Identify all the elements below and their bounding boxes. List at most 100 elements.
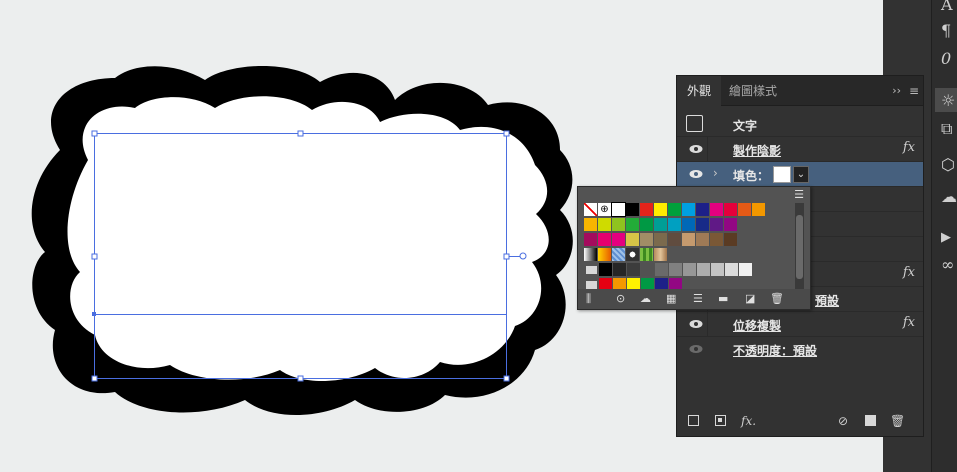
- color-swatch[interactable]: [612, 233, 625, 246]
- appearance-row-offset-copy[interactable]: 位移複製 fx: [677, 312, 923, 337]
- actions-play-icon[interactable]: ▶: [941, 229, 957, 247]
- color-swatch[interactable]: [711, 263, 724, 276]
- row-label[interactable]: 填色：: [733, 167, 769, 184]
- cloud-icon[interactable]: ☁: [640, 292, 651, 305]
- color-swatch[interactable]: [640, 233, 653, 246]
- panel-menu-icon[interactable]: ≡: [909, 76, 919, 106]
- color-swatch[interactable]: [626, 233, 639, 246]
- row-label[interactable]: 不透明度：預設: [733, 342, 817, 359]
- paragraph-panel-icon[interactable]: ¶: [941, 22, 957, 40]
- clear-appearance-icon[interactable]: ⊘: [838, 414, 848, 428]
- color-swatch[interactable]: [668, 203, 681, 216]
- color-swatch[interactable]: [611, 202, 626, 217]
- color-swatch[interactable]: [724, 218, 737, 231]
- delete-item-icon[interactable]: 🗑: [890, 414, 905, 428]
- color-swatch[interactable]: [739, 263, 752, 276]
- scrollbar-thumb[interactable]: [796, 215, 803, 279]
- add-stroke-icon[interactable]: [688, 415, 699, 426]
- color-swatch[interactable]: [598, 218, 611, 231]
- color-swatch[interactable]: [696, 233, 709, 246]
- effect-fx-icon[interactable]: fx: [903, 315, 915, 330]
- none-swatch[interactable]: [584, 203, 597, 216]
- color-swatch[interactable]: [654, 218, 667, 231]
- color-swatch[interactable]: [697, 263, 710, 276]
- color-swatch[interactable]: [584, 218, 597, 231]
- swatch-group-folder-icon[interactable]: [586, 266, 597, 274]
- color-swatch[interactable]: [696, 218, 709, 231]
- tab-graphic-styles[interactable]: 繪圖樣式: [719, 76, 787, 106]
- row-label[interactable]: 預設: [815, 292, 839, 309]
- color-swatch[interactable]: [654, 248, 667, 261]
- appearance-row-opacity[interactable]: 不透明度：預設: [677, 337, 923, 362]
- color-swatch[interactable]: [710, 233, 723, 246]
- row-label[interactable]: 位移複製: [733, 317, 781, 334]
- add-effect-fx-icon[interactable]: fx.: [741, 414, 756, 428]
- color-swatch[interactable]: [725, 263, 738, 276]
- opentype-panel-icon[interactable]: 0: [941, 50, 957, 68]
- new-swatch-icon[interactable]: ◪: [745, 292, 755, 305]
- effect-fx-icon[interactable]: fx: [903, 140, 915, 155]
- add-fill-icon[interactable]: [715, 415, 726, 426]
- swatch-group-folder-icon[interactable]: [586, 281, 597, 289]
- registration-swatch[interactable]: ⊕: [598, 203, 611, 216]
- links-panel-icon[interactable]: ∞: [941, 256, 957, 274]
- visibility-eye-icon[interactable]: [689, 344, 703, 354]
- effect-fx-icon[interactable]: fx: [903, 265, 915, 280]
- visibility-eye-icon[interactable]: [689, 319, 703, 329]
- 3d-panel-icon[interactable]: ⬡: [941, 156, 957, 174]
- color-swatch[interactable]: [640, 218, 653, 231]
- color-swatch[interactable]: [584, 233, 597, 246]
- color-swatch[interactable]: [669, 263, 682, 276]
- color-swatch[interactable]: [654, 203, 667, 216]
- flyout-scrollbar[interactable]: [795, 203, 804, 289]
- color-swatch[interactable]: [599, 263, 612, 276]
- delete-icon[interactable]: 🗑: [770, 292, 784, 305]
- grid-view-icon[interactable]: ▦: [666, 292, 676, 305]
- color-swatch[interactable]: [668, 218, 681, 231]
- color-swatch[interactable]: [710, 218, 723, 231]
- color-swatch[interactable]: [682, 218, 695, 231]
- color-swatch[interactable]: [682, 203, 695, 216]
- library-icon[interactable]: ⫼: [586, 292, 591, 306]
- color-swatch[interactable]: [626, 218, 639, 231]
- color-swatch[interactable]: [668, 233, 681, 246]
- color-swatch[interactable]: [598, 233, 611, 246]
- appearance-row-fill[interactable]: › 填色： ⌄: [677, 162, 923, 187]
- color-swatch[interactable]: [710, 203, 723, 216]
- color-swatch[interactable]: [738, 203, 751, 216]
- color-swatch[interactable]: [654, 233, 667, 246]
- color-swatch[interactable]: [584, 248, 597, 261]
- color-swatch[interactable]: [724, 203, 737, 216]
- color-swatch[interactable]: [655, 263, 668, 276]
- color-swatch[interactable]: [640, 203, 653, 216]
- color-swatch[interactable]: [696, 203, 709, 216]
- color-swatch[interactable]: [682, 233, 695, 246]
- rotate-handle[interactable]: [519, 252, 527, 260]
- appearance-row-text[interactable]: 文字: [677, 112, 923, 137]
- swatch-kind-icon[interactable]: ⊙: [616, 292, 625, 305]
- color-swatch[interactable]: [640, 248, 653, 261]
- color-swatch[interactable]: [626, 248, 639, 261]
- color-swatch[interactable]: [612, 248, 625, 261]
- cloud-shape-fill[interactable]: [67, 96, 549, 382]
- expand-chevron-icon[interactable]: ›: [713, 166, 718, 180]
- color-swatch[interactable]: [627, 263, 640, 276]
- character-panel-icon[interactable]: A: [941, 0, 957, 14]
- color-swatch[interactable]: [626, 203, 639, 216]
- cc-libraries-icon[interactable]: ☁: [941, 188, 957, 206]
- flyout-list-menu-icon[interactable]: ☰: [794, 188, 804, 201]
- tab-appearance[interactable]: 外觀: [677, 76, 722, 107]
- list-view-icon[interactable]: ☰: [693, 292, 703, 305]
- color-swatch[interactable]: [683, 263, 696, 276]
- new-folder-icon[interactable]: ▬: [718, 292, 728, 305]
- color-swatch[interactable]: [641, 263, 654, 276]
- appearance-row-drop-shadow[interactable]: 製作陰影 fx: [677, 137, 923, 162]
- color-swatch[interactable]: [598, 248, 611, 261]
- fill-color-swatch[interactable]: [773, 166, 791, 183]
- transform-panel-icon[interactable]: ⧉: [941, 120, 957, 138]
- color-swatch[interactable]: [613, 263, 626, 276]
- color-swatch[interactable]: [612, 218, 625, 231]
- color-swatch[interactable]: [752, 203, 765, 216]
- visibility-eye-icon[interactable]: [689, 144, 703, 154]
- color-swatch[interactable]: [724, 233, 737, 246]
